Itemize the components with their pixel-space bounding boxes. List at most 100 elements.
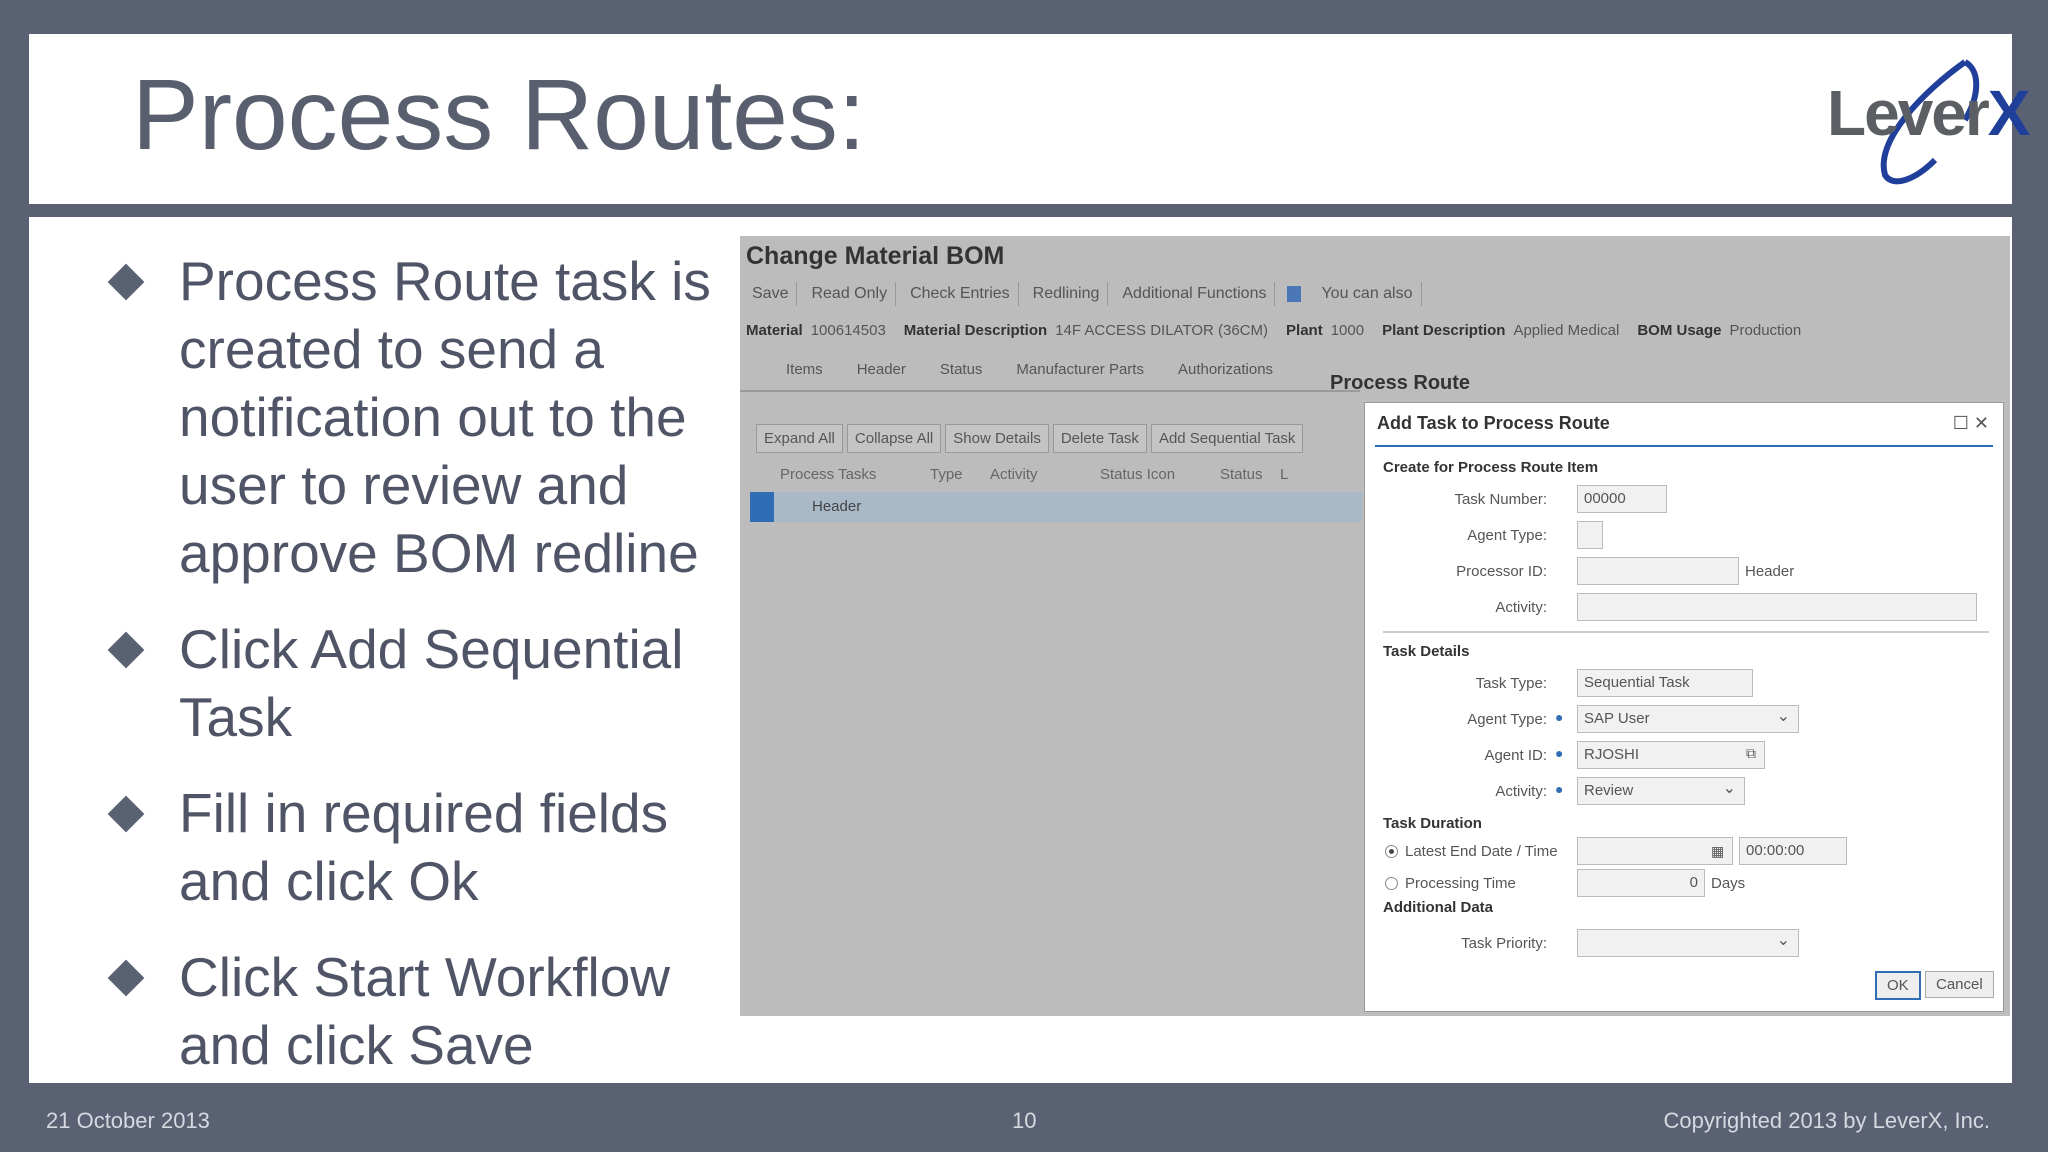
sap-tabs: Items Header Status Manufacturer Parts A…: [740, 348, 1360, 392]
agent-type-select-label: Agent Type:: [1467, 711, 1547, 728]
read-only-button[interactable]: Read Only: [803, 282, 897, 306]
show-details-button[interactable]: Show Details: [945, 424, 1049, 453]
tab-manufacturer-parts[interactable]: Manufacturer Parts: [1016, 361, 1144, 378]
agent-type-select[interactable]: SAP User: [1577, 705, 1799, 733]
sap-toolbar: Save Read Only Check Entries Redlining A…: [740, 280, 1422, 308]
processing-time-label: Processing Time: [1405, 875, 1516, 892]
collapse-all-button[interactable]: Collapse All: [846, 424, 942, 453]
expand-all-button[interactable]: Expand All: [756, 424, 843, 453]
bullet-item: Fill in required fields and click Ok: [79, 779, 759, 915]
usage-value: Production: [1729, 322, 1802, 339]
bullet-item: Click Start Workflow and click Save: [79, 943, 759, 1079]
activity-field[interactable]: [1577, 593, 1977, 621]
dialog-title-underline: [1375, 445, 1993, 447]
section-divider: [1383, 631, 1989, 633]
required-marker: ●: [1555, 745, 1564, 761]
desc-value: 14F ACCESS DILATOR (36CM): [1055, 322, 1269, 339]
dialog-title: Add Task to Process Route: [1377, 413, 1610, 433]
delete-task-button[interactable]: Delete Task: [1052, 424, 1147, 453]
material-label: Material: [746, 322, 803, 339]
footer-date: 21 October 2013: [46, 1108, 210, 1133]
row-header-text: Header: [812, 498, 862, 515]
bullet-text: Click Add Sequential Task: [179, 618, 684, 748]
additional-functions-button[interactable]: Additional Functions: [1114, 282, 1276, 306]
processor-header-text: Header: [1745, 563, 1795, 580]
activity-select[interactable]: Review: [1577, 777, 1745, 805]
bullet-text: Process Route task is created to send a …: [179, 250, 711, 584]
maximize-icon[interactable]: ☐: [1953, 413, 1969, 433]
table-row[interactable]: Header: [750, 492, 1362, 522]
latest-end-radio[interactable]: [1385, 845, 1398, 858]
days-label: Days: [1711, 875, 1746, 892]
processing-time-radio[interactable]: [1385, 877, 1398, 890]
agent-id-label: Agent ID:: [1484, 747, 1547, 764]
bullet-item: Process Route task is created to send a …: [79, 247, 759, 587]
row-selector[interactable]: [750, 492, 774, 522]
logo-text: LeverX: [1827, 77, 2030, 149]
add-task-dialog: Add Task to Process Route ☐ ✕ Create for…: [1364, 402, 2004, 1012]
section-task-duration: Task Duration: [1383, 815, 1482, 832]
tab-status[interactable]: Status: [940, 361, 983, 378]
dialog-window-controls: ☐ ✕: [1953, 413, 1989, 434]
task-number-field[interactable]: 00000: [1577, 485, 1667, 513]
check-entries-button[interactable]: Check Entries: [902, 282, 1019, 306]
agent-id-field[interactable]: RJOSHI: [1577, 741, 1765, 769]
tab-items[interactable]: Items: [786, 361, 823, 378]
you-can-also-button[interactable]: You can also: [1313, 282, 1422, 306]
processor-id-label: Processor ID:: [1456, 563, 1547, 580]
latest-end-label: Latest End Date / Time: [1405, 843, 1558, 860]
material-value: 100614503: [810, 322, 886, 339]
plant-desc-value: Applied Medical: [1513, 322, 1620, 339]
diamond-bullet-icon: [107, 631, 145, 669]
calendar-icon[interactable]: ▦: [1711, 843, 1724, 860]
latest-end-time-field[interactable]: 00:00:00: [1739, 837, 1847, 865]
sap-screenshot: Change Material BOM Save Read Only Check…: [740, 236, 2010, 1016]
agent-type-field[interactable]: [1577, 521, 1603, 549]
processing-time-field[interactable]: 0: [1577, 869, 1705, 897]
usage-label: BOM Usage: [1637, 322, 1722, 339]
activity-label: Activity:: [1495, 599, 1547, 616]
col-status-icon: Status Icon: [1100, 466, 1176, 483]
plant-value: 1000: [1330, 322, 1365, 339]
leverx-logo: LeverX: [1815, 50, 2030, 190]
bullet-text: Click Start Workflow and click Save: [179, 946, 670, 1076]
slide-title: Process Routes:: [132, 59, 866, 171]
task-number-label: Task Number:: [1454, 491, 1547, 508]
close-icon[interactable]: ✕: [1974, 413, 1989, 433]
plant-desc-label: Plant Description: [1382, 322, 1506, 339]
task-type-field[interactable]: Sequential Task: [1577, 669, 1753, 697]
col-l: L: [1280, 466, 1289, 483]
footer-copyright: Copyrighted 2013 by LeverX, Inc.: [1663, 1108, 1990, 1133]
col-process-tasks: Process Tasks: [780, 466, 877, 483]
value-help-icon[interactable]: ⧉: [1746, 745, 1756, 762]
task-priority-label: Task Priority:: [1461, 935, 1547, 952]
ok-button[interactable]: OK: [1875, 971, 1921, 1000]
activity-select-label: Activity:: [1495, 783, 1547, 800]
footer-page-number: 10: [1012, 1108, 1037, 1133]
task-priority-select[interactable]: [1577, 929, 1799, 957]
desc-label: Material Description: [903, 322, 1048, 339]
section-create: Create for Process Route Item: [1383, 459, 1599, 476]
plant-label: Plant: [1286, 322, 1323, 339]
tab-authorizations[interactable]: Authorizations: [1178, 361, 1273, 378]
diamond-bullet-icon: [107, 263, 145, 301]
latest-end-date-field[interactable]: [1577, 837, 1733, 865]
table-header: Process Tasks Type Activity Status Icon …: [780, 466, 1300, 483]
save-button[interactable]: Save: [744, 282, 798, 306]
trash-icon[interactable]: [1287, 286, 1302, 302]
tab-header[interactable]: Header: [857, 361, 906, 378]
sap-title: Change Material BOM: [746, 242, 1005, 270]
col-type: Type: [930, 466, 963, 483]
redlining-button[interactable]: Redlining: [1025, 282, 1109, 306]
cancel-button[interactable]: Cancel: [1925, 971, 1994, 998]
col-status: Status: [1220, 466, 1263, 483]
sap-infobar: Material 100614503 Material Description 14…: [746, 322, 1801, 339]
bullet-list: Process Route task is created to send a …: [79, 247, 759, 1083]
section-additional-data: Additional Data: [1383, 899, 1494, 916]
task-type-label: Task Type:: [1475, 675, 1547, 692]
diamond-bullet-icon: [107, 959, 145, 997]
tab-process-route[interactable]: Process Route: [1330, 372, 1470, 395]
col-activity: Activity: [990, 466, 1038, 483]
processor-id-field[interactable]: [1577, 557, 1739, 585]
add-sequential-task-button[interactable]: Add Sequential Task: [1150, 424, 1304, 453]
